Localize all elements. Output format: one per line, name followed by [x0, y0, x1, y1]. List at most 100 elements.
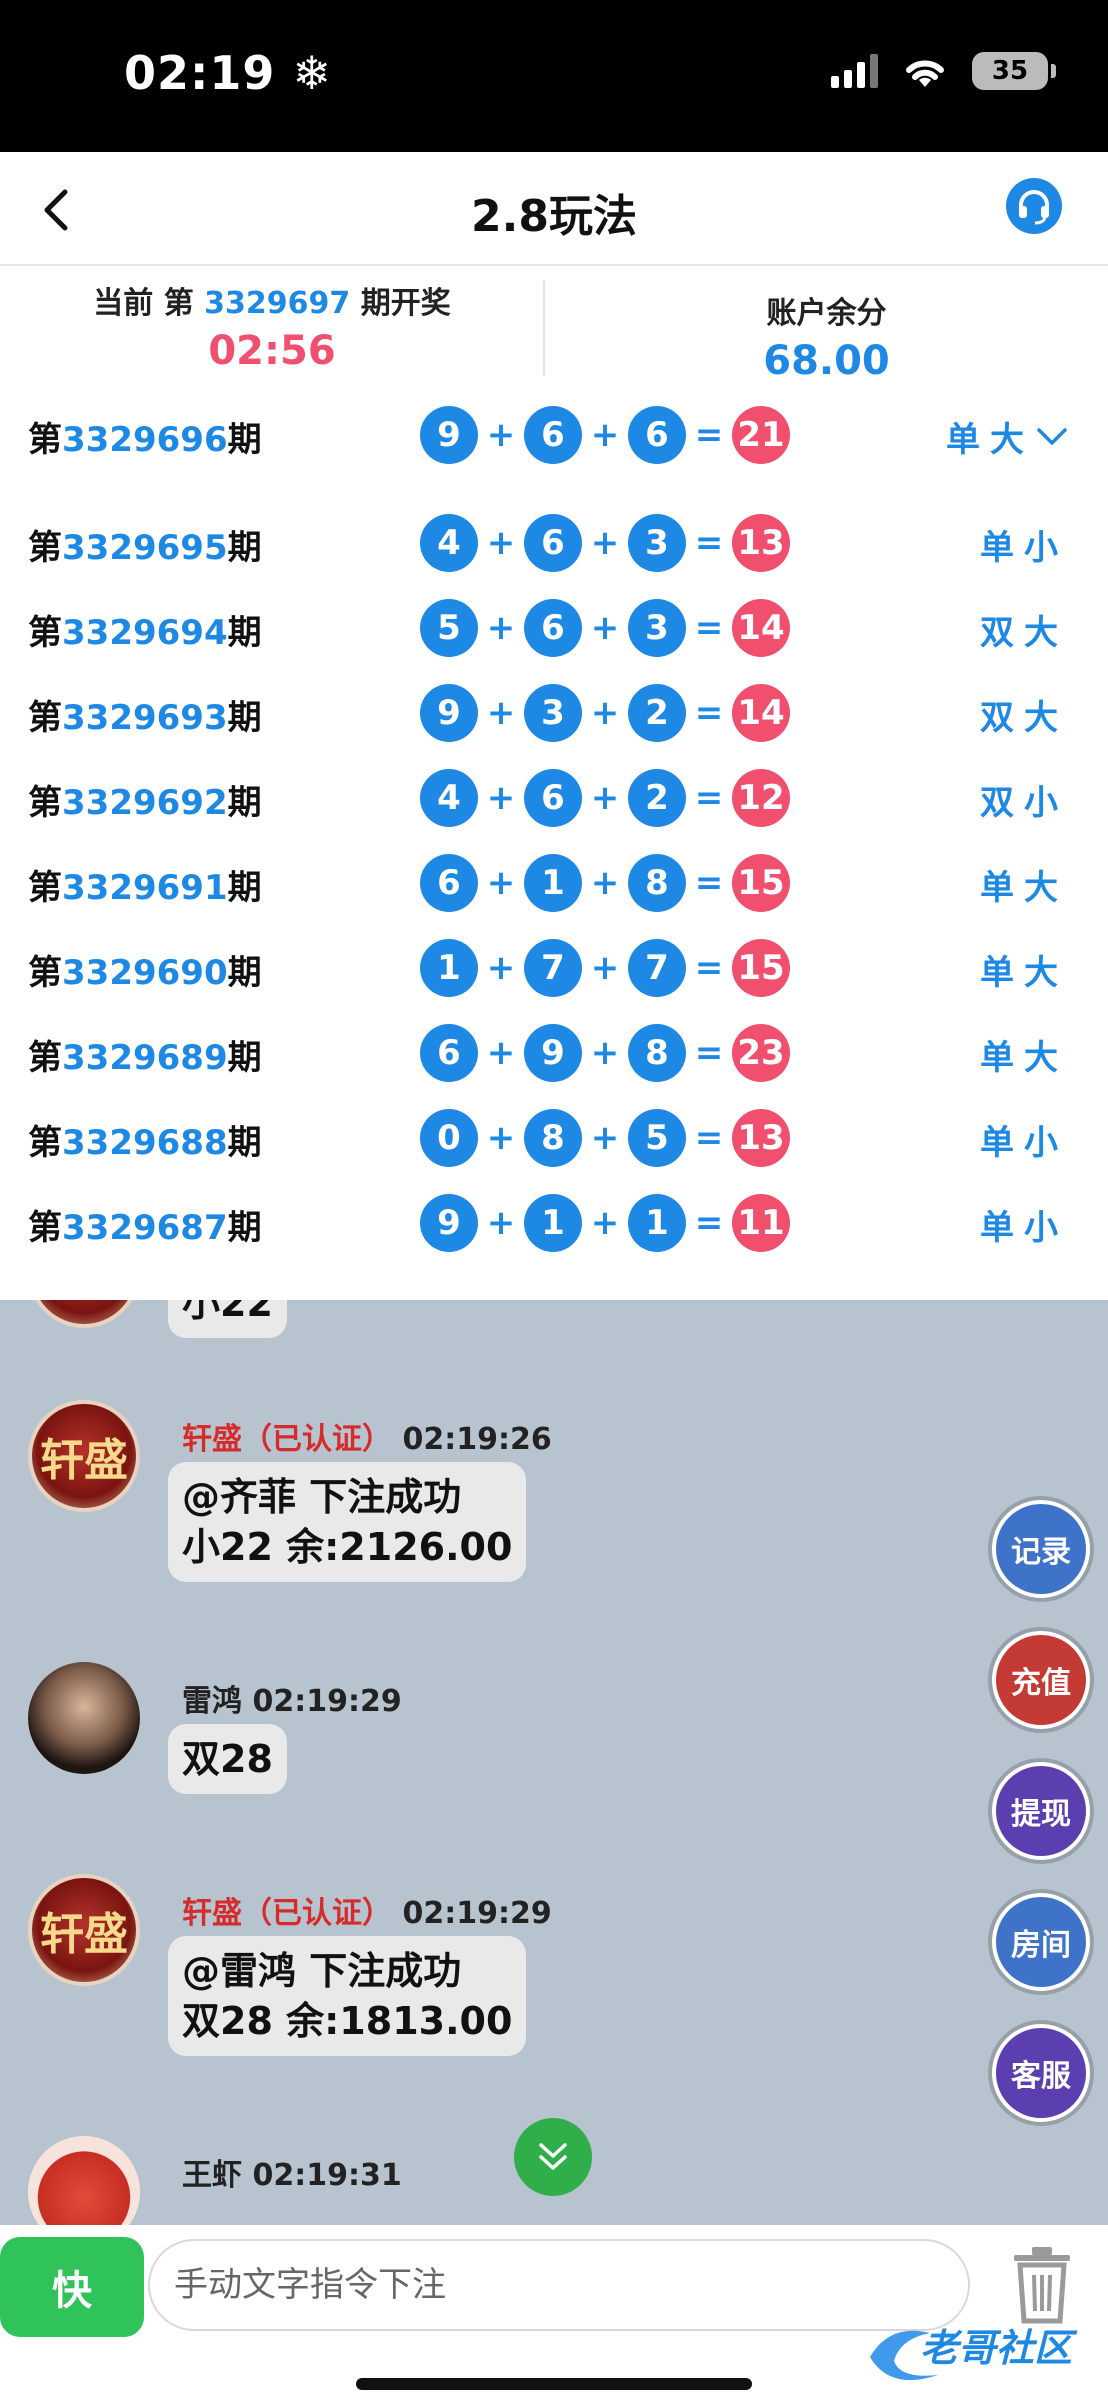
- current-draw: 当前 第 3329697 期开奖 02:56: [0, 278, 544, 374]
- recharge-button[interactable]: 充值: [992, 1631, 1090, 1729]
- scroll-to-bottom-button[interactable]: [514, 2118, 592, 2196]
- history-row: 第3329695期 4 + 6 + 3 = 13 单小: [0, 500, 1108, 584]
- records-button[interactable]: 记录: [992, 1500, 1090, 1598]
- sender-name: 王虾: [182, 2158, 242, 2193]
- message-line: @雷鸿 下注成功: [182, 1949, 462, 1993]
- result-label: 单大: [980, 868, 1068, 908]
- history-period: 第3329687期: [28, 1208, 262, 1248]
- history-balls: 6 + 1 + 8 = 15: [420, 854, 790, 912]
- message-time: 02:19:29: [402, 1896, 552, 1931]
- equals-sign: =: [694, 863, 724, 903]
- number-ball: 4: [420, 514, 478, 572]
- number-ball: 9: [420, 406, 478, 464]
- current-prefix: 当前 第: [93, 286, 194, 321]
- message-line: @齐菲 下注成功: [182, 1475, 462, 1519]
- plus-sign: +: [590, 863, 620, 903]
- equals-sign: =: [694, 608, 724, 648]
- sender-line: 王虾 02:19:31: [182, 2150, 402, 2194]
- number-ball: 1: [628, 1194, 686, 1252]
- plus-sign: +: [486, 863, 516, 903]
- message-time: 02:19:31: [252, 2158, 402, 2193]
- number-ball: 3: [524, 684, 582, 742]
- number-ball: 2: [628, 684, 686, 742]
- avatar: 轩盛: [28, 1400, 140, 1512]
- history-row: 第3329694期 5 + 6 + 3 = 14 双大: [0, 585, 1108, 669]
- status-icons: 35: [831, 52, 1056, 90]
- message-time: 02:19:26: [402, 1422, 552, 1457]
- avatar: [28, 2136, 140, 2225]
- verified-tag: （已认证）: [242, 1422, 392, 1457]
- history-period: 第3329695期: [28, 528, 262, 568]
- plus-sign: +: [590, 1203, 620, 1243]
- equals-sign: =: [694, 1118, 724, 1158]
- sum-ball: 12: [732, 769, 790, 827]
- draw-history: 第3329696期 9 + 6 + 6 = 21 单大 第3329695期 4 +…: [0, 392, 1108, 1300]
- balance-label: 账户余分: [766, 296, 887, 331]
- history-row: 第3329691期 6 + 1 + 8 = 15 单大: [0, 840, 1108, 924]
- chat-area[interactable]: 小22 轩盛 轩盛 （已认证） 02:19:26 @齐菲 下注成功 小22 余:2…: [0, 1300, 1108, 2225]
- command-input[interactable]: [148, 2239, 970, 2331]
- history-period: 第3329694期: [28, 613, 262, 653]
- result-label: 单小: [980, 1208, 1068, 1248]
- number-ball: 7: [628, 939, 686, 997]
- room-button[interactable]: 房间: [992, 1893, 1090, 1991]
- withdraw-button[interactable]: 提现: [992, 1762, 1090, 1860]
- equals-sign: =: [694, 415, 724, 455]
- history-row: 第3329692期 4 + 6 + 2 = 12 双小: [0, 755, 1108, 839]
- message-bubble: @齐菲 下注成功 小22 余:2126.00: [168, 1462, 527, 1582]
- avatar: 轩盛: [28, 1874, 140, 1986]
- plus-sign: +: [590, 948, 620, 988]
- avatar: [28, 1662, 140, 1774]
- result-label: 单小: [980, 528, 1068, 568]
- number-ball: 9: [420, 1194, 478, 1252]
- current-period-line: 当前 第 3329697 期开奖: [0, 278, 544, 322]
- equals-sign: =: [694, 1203, 724, 1243]
- sum-ball: 15: [732, 854, 790, 912]
- home-indicator[interactable]: [356, 2378, 752, 2390]
- avatar: [28, 1300, 140, 1328]
- plus-sign: +: [486, 1203, 516, 1243]
- sum-ball: 13: [732, 1109, 790, 1167]
- trash-icon[interactable]: [1010, 2245, 1074, 2325]
- history-balls: 0 + 8 + 5 = 13: [420, 1109, 790, 1167]
- history-period: 第3329689期: [28, 1038, 262, 1078]
- message-time: 02:19:29: [252, 1684, 402, 1719]
- nav-header: 2.8玩法: [0, 152, 1108, 266]
- quick-bet-button[interactable]: 快: [0, 2237, 144, 2337]
- number-ball: 6: [628, 406, 686, 464]
- number-ball: 6: [524, 514, 582, 572]
- battery-icon: 35: [972, 52, 1056, 90]
- chevron-down-icon: [1037, 427, 1067, 445]
- number-ball: 1: [524, 854, 582, 912]
- number-ball: 6: [524, 406, 582, 464]
- number-ball: 0: [420, 1109, 478, 1167]
- history-row[interactable]: 第3329696期 9 + 6 + 6 = 21 单大: [0, 392, 1108, 476]
- message-bubble: 双28: [168, 1724, 287, 1794]
- result-label: 双小: [980, 783, 1068, 823]
- number-ball: 8: [628, 1024, 686, 1082]
- sender-line: 轩盛（已认证） 02:19:29: [182, 1888, 552, 1932]
- result-label: 双大: [980, 613, 1068, 653]
- message-bubble: 小22: [168, 1300, 287, 1338]
- history-result-toggle[interactable]: 单大: [946, 412, 1068, 461]
- history-row: 第3329688期 0 + 8 + 5 = 13 单小: [0, 1095, 1108, 1179]
- number-ball: 5: [420, 599, 478, 657]
- account-balance: 账户余分 68.00: [545, 288, 1108, 384]
- watermark-logo: 老哥社区: [860, 2317, 1090, 2389]
- number-ball: 9: [420, 684, 478, 742]
- history-balls: 4 + 6 + 2 = 12: [420, 769, 790, 827]
- sum-ball: 13: [732, 514, 790, 572]
- input-bar: 快 老哥社区: [0, 2225, 1108, 2400]
- plus-sign: +: [486, 948, 516, 988]
- number-ball: 5: [628, 1109, 686, 1167]
- customer-service-button[interactable]: 客服: [992, 2024, 1090, 2122]
- plus-sign: +: [590, 1118, 620, 1158]
- current-suffix: 期开奖: [360, 286, 451, 321]
- countdown: 02:56: [208, 328, 336, 374]
- history-balls: 9 + 6 + 6 = 21: [420, 406, 790, 464]
- support-headset-button[interactable]: [1006, 178, 1062, 234]
- result-label: 单大: [980, 1038, 1068, 1078]
- history-balls: 6 + 9 + 8 = 23: [420, 1024, 790, 1082]
- message-line: 双28 余:1813.00: [182, 1999, 513, 2043]
- number-ball: 8: [628, 854, 686, 912]
